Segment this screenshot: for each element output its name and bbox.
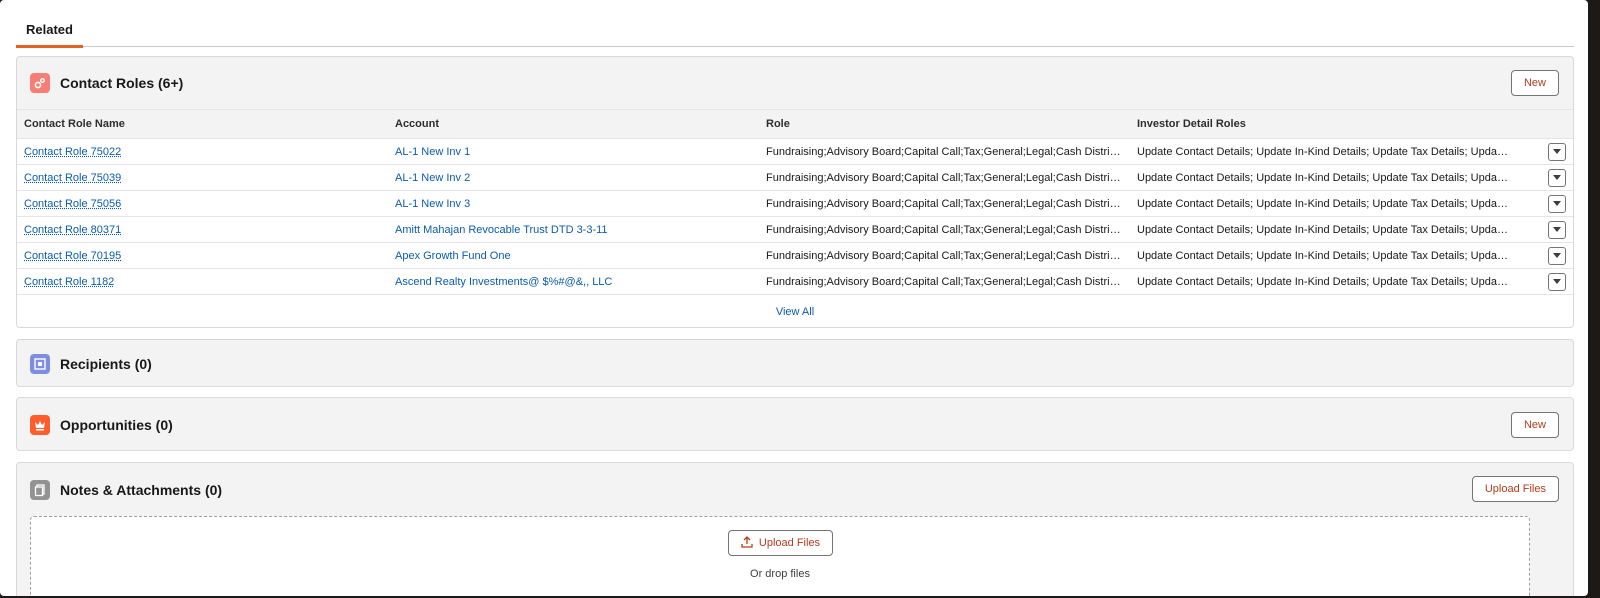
- contact-roles-header: Contact Roles (6+) New: [17, 57, 1573, 109]
- table-row: Contact Role 70195 Apex Growth Fund One …: [17, 242, 1573, 269]
- investor-detail-roles-cell: Update Contact Details; Update In-Kind D…: [1130, 216, 1515, 243]
- role-cell: Fundraising;Advisory Board;Capital Call;…: [759, 164, 1130, 191]
- contact-role-name-link[interactable]: Contact Role 80371: [24, 224, 121, 236]
- contact-roles-card: Contact Roles (6+) New Contact Role Name…: [16, 56, 1574, 328]
- investor-detail-roles-cell: Update Contact Details; Update In-Kind D…: [1130, 242, 1515, 269]
- column-header-role[interactable]: Role: [759, 109, 1130, 139]
- contact-role-name-link[interactable]: Contact Role 75022: [24, 146, 121, 158]
- view-all-footer: View All: [17, 295, 1573, 327]
- opportunities-header: Opportunities (0) New: [17, 398, 1573, 450]
- opportunities-card: Opportunities (0) New: [16, 397, 1574, 451]
- account-link[interactable]: Ascend Realty Investments@ $%#@&,, LLC: [395, 276, 612, 288]
- investor-detail-roles-cell: Update Contact Details; Update In-Kind D…: [1130, 164, 1515, 191]
- upload-files-button[interactable]: Upload Files: [1471, 476, 1559, 502]
- recipients-title[interactable]: Recipients (0): [60, 356, 152, 372]
- view-all-link[interactable]: View All: [776, 306, 814, 318]
- account-link[interactable]: AL-1 New Inv 1: [395, 146, 470, 158]
- role-cell: Fundraising;Advisory Board;Capital Call;…: [759, 268, 1130, 295]
- contact-roles-title[interactable]: Contact Roles (6+): [60, 75, 183, 91]
- tab-related-label: Related: [26, 22, 73, 37]
- tab-bar: Related: [16, 0, 1574, 48]
- account-link[interactable]: AL-1 New Inv 3: [395, 198, 470, 210]
- investor-detail-roles-cell: Update Contact Details; Update In-Kind D…: [1130, 190, 1515, 217]
- column-header-contact-role-name[interactable]: Contact Role Name: [17, 109, 388, 139]
- table-row: Contact Role 75039 AL-1 New Inv 2 Fundra…: [17, 164, 1573, 191]
- table-row: Contact Role 75022 AL-1 New Inv 1 Fundra…: [17, 138, 1573, 165]
- file-dropzone[interactable]: Upload Files Or drop files: [30, 516, 1530, 596]
- role-cell: Fundraising;Advisory Board;Capital Call;…: [759, 138, 1130, 165]
- dropzone-upload-button[interactable]: Upload Files: [728, 530, 833, 556]
- recipients-card: Recipients (0): [16, 339, 1574, 387]
- related-panel: Related Contact Roles (6+) New Contact R…: [0, 0, 1588, 596]
- document-icon: [30, 480, 50, 500]
- account-link[interactable]: Amitt Mahajan Revocable Trust DTD 3-3-11: [395, 224, 608, 236]
- opportunities-new-button[interactable]: New: [1510, 412, 1559, 438]
- contact-role-name-link[interactable]: Contact Role 75056: [24, 198, 121, 210]
- table-row: Contact Role 80371 Amitt Mahajan Revocab…: [17, 216, 1573, 243]
- chevron-down-icon[interactable]: [1548, 246, 1566, 265]
- contact-role-name-link[interactable]: Contact Role 1182: [24, 276, 114, 288]
- opportunities-title[interactable]: Opportunities (0): [60, 417, 173, 433]
- notes-attachments-title[interactable]: Notes & Attachments (0): [60, 482, 222, 498]
- square-target-icon: [30, 354, 50, 374]
- contact-roles-table: Contact Role Name Account Role Investor …: [17, 109, 1573, 295]
- drop-files-text: Or drop files: [750, 568, 810, 580]
- tab-related[interactable]: Related: [16, 18, 83, 48]
- column-header-actions: [1515, 109, 1573, 139]
- investor-detail-roles-cell: Update Contact Details; Update In-Kind D…: [1130, 268, 1515, 295]
- role-cell: Fundraising;Advisory Board;Capital Call;…: [759, 190, 1130, 217]
- contact-role-name-link[interactable]: Contact Role 75039: [24, 172, 121, 184]
- table-row: Contact Role 1182 Ascend Realty Investme…: [17, 268, 1573, 295]
- gears-icon: [30, 73, 50, 93]
- notes-attachments-card: Notes & Attachments (0) Upload Files Upl…: [16, 462, 1574, 596]
- contact-role-name-link[interactable]: Contact Role 70195: [24, 250, 121, 262]
- dropzone-upload-label: Upload Files: [758, 537, 821, 549]
- column-header-investor-detail-roles[interactable]: Investor Detail Roles: [1130, 109, 1515, 139]
- role-cell: Fundraising;Advisory Board;Capital Call;…: [759, 242, 1130, 269]
- table-header-row: Contact Role Name Account Role Investor …: [17, 109, 1573, 139]
- column-header-account[interactable]: Account: [388, 109, 759, 139]
- account-link[interactable]: Apex Growth Fund One: [395, 250, 511, 262]
- role-cell: Fundraising;Advisory Board;Capital Call;…: [759, 216, 1130, 243]
- account-link[interactable]: AL-1 New Inv 2: [395, 172, 470, 184]
- chevron-down-icon[interactable]: [1548, 194, 1566, 213]
- chevron-down-icon[interactable]: [1548, 142, 1566, 161]
- investor-detail-roles-cell: Update Contact Details; Update In-Kind D…: [1130, 138, 1515, 165]
- chevron-down-icon[interactable]: [1548, 220, 1566, 239]
- upload-icon: [741, 535, 753, 551]
- chevron-down-icon[interactable]: [1548, 272, 1566, 291]
- table-row: Contact Role 75056 AL-1 New Inv 3 Fundra…: [17, 190, 1573, 217]
- crown-icon: [30, 415, 50, 435]
- recipients-header: Recipients (0): [17, 340, 1573, 386]
- chevron-down-icon[interactable]: [1548, 168, 1566, 187]
- notes-attachments-header: Notes & Attachments (0) Upload Files: [17, 463, 1573, 515]
- contact-roles-new-button[interactable]: New: [1510, 70, 1559, 96]
